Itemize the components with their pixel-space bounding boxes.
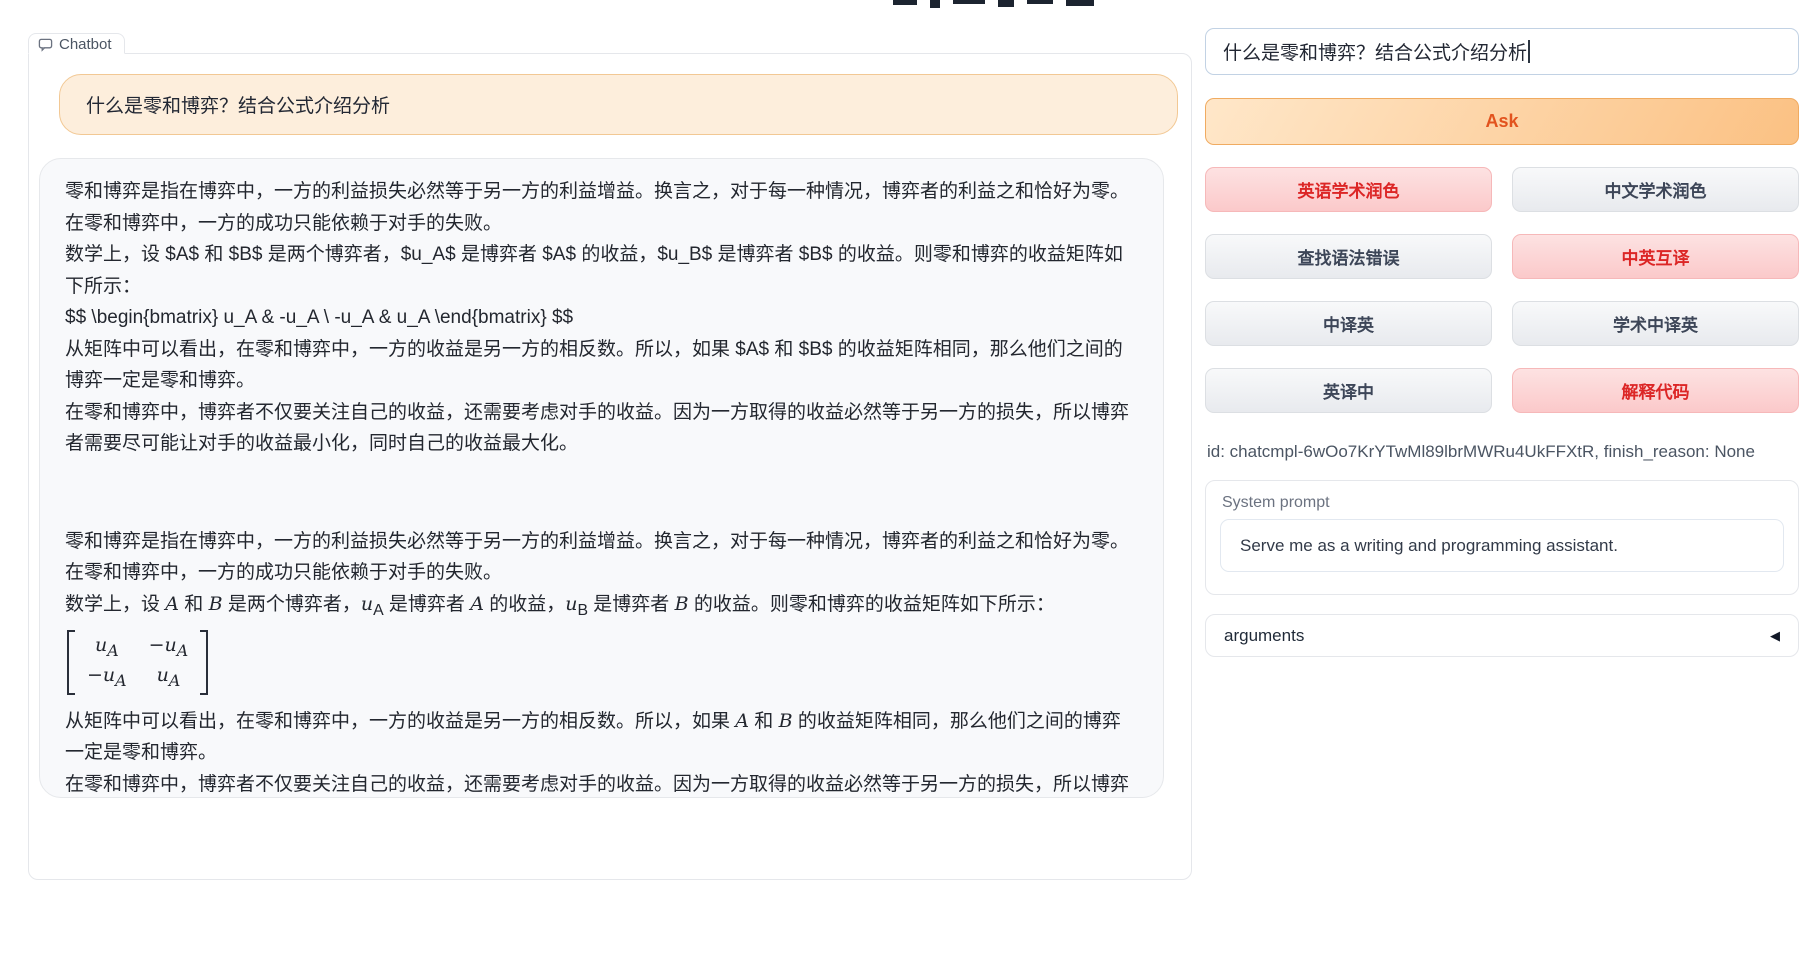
button-label: 中文学术润色 <box>1605 177 1707 202</box>
matrix-cell: uA <box>87 633 127 663</box>
math-subscript: B <box>577 601 588 618</box>
button-label: 学术中译英 <box>1613 311 1698 336</box>
bot-message-raw-markdown: 零和博弈是指在博弈中，一方的利益损失必然等于另一方的利益增益。换言之，对于每一种… <box>65 176 1138 460</box>
matrix-left-bracket <box>67 630 75 696</box>
text-run: 是博弈者 <box>384 594 471 615</box>
text-run: 是两个博弈者， <box>223 594 361 615</box>
button-label: 查找语法错误 <box>1298 244 1400 269</box>
title-glyph-fragment <box>930 0 940 8</box>
button-find-grammar-errors[interactable]: 查找语法错误 <box>1205 234 1492 279</box>
user-message-bubble: 什么是零和博弈？结合公式介绍分析 <box>59 74 1178 135</box>
clipped-page-title <box>893 0 1123 9</box>
text-run: 和 <box>749 711 779 732</box>
button-label: 中译英 <box>1323 311 1374 336</box>
button-explain-code[interactable]: 解释代码 <box>1512 368 1799 413</box>
button-academic-zh-to-en[interactable]: 学术中译英 <box>1512 301 1799 346</box>
text-run: 从矩阵中可以看出，在零和博弈中，一方的收益是另一方的相反数。所以，如果 <box>65 711 735 732</box>
math-var: A <box>735 710 749 732</box>
arguments-accordion-header[interactable]: arguments ◀ <box>1205 614 1799 657</box>
title-glyph-fragment <box>1027 0 1053 4</box>
math-var: u <box>565 593 577 615</box>
button-english-academic-polish[interactable]: 英语学术润色 <box>1205 167 1492 212</box>
title-glyph-fragment <box>953 0 985 4</box>
response-status-line: id: chatcmpl-6wOo7KrYTwMl89lbrMWRu4UkFFX… <box>1207 442 1801 462</box>
bot-message-rendered-p1: 零和博弈是指在博弈中，一方的利益损失必然等于另一方的利益增益。换言之，对于每一种… <box>65 526 1138 589</box>
user-message-text: 什么是零和博弈？结合公式介绍分析 <box>86 91 390 118</box>
matrix-cell: −uA <box>87 663 127 693</box>
math-var: B <box>779 710 793 732</box>
button-en-to-zh[interactable]: 英译中 <box>1205 368 1492 413</box>
title-glyph-fragment <box>998 0 1014 7</box>
matrix-right-bracket <box>200 630 208 696</box>
question-input[interactable]: 什么是零和博弈？结合公式介绍分析 <box>1205 28 1799 75</box>
matrix-cell: uA <box>149 663 189 693</box>
system-prompt-label: System prompt <box>1222 494 1798 512</box>
text-cursor <box>1528 40 1530 63</box>
chatbot-panel-label: Chatbot <box>28 33 125 54</box>
text-run: 和 <box>179 594 209 615</box>
math-var: A <box>165 593 179 615</box>
chatbot-panel: 什么是零和博弈？结合公式介绍分析 零和博弈是指在博弈中，一方的利益损失必然等于另… <box>28 53 1192 880</box>
system-prompt-value: Serve me as a writing and programming as… <box>1240 536 1618 556</box>
text-run: 数学上，设 <box>65 594 165 615</box>
math-var: B <box>209 593 223 615</box>
button-label: 英语学术润色 <box>1298 177 1400 202</box>
bot-message-rendered-p5: 在零和博弈中，博弈者不仅要关注自己的收益，还需要考虑对手的收益。因为一方取得的收… <box>65 769 1138 798</box>
chat-bubble-icon <box>38 37 53 52</box>
text-run: 的收益。则零和博弈的收益矩阵如下所示： <box>689 594 1055 615</box>
paragraph-gap <box>65 460 1138 526</box>
ask-button-label: Ask <box>1485 111 1518 132</box>
text-run: 是博弈者 <box>588 594 675 615</box>
system-prompt-group: System prompt Serve me as a writing and … <box>1205 480 1799 595</box>
text-run: 的收益， <box>484 594 565 615</box>
button-zh-en-mutual-translate[interactable]: 中英互译 <box>1512 234 1799 279</box>
system-prompt-input[interactable]: Serve me as a writing and programming as… <box>1220 519 1784 572</box>
quick-action-button-grid: 英语学术润色 中文学术润色 查找语法错误 中英互译 中译英 学术中译英 英译中 … <box>1205 167 1799 413</box>
matrix-cell: −uA <box>149 633 189 663</box>
math-subscript: A <box>373 601 384 618</box>
payoff-matrix: uA −uA −uA uA <box>67 630 208 696</box>
accordion-collapsed-arrow-icon: ◀ <box>1770 628 1780 644</box>
button-label: 英译中 <box>1323 378 1374 403</box>
button-chinese-academic-polish[interactable]: 中文学术润色 <box>1512 167 1799 212</box>
rendered-matrix-row: uA −uA −uA uA <box>65 626 1138 706</box>
button-zh-to-en[interactable]: 中译英 <box>1205 301 1492 346</box>
ask-button[interactable]: Ask <box>1205 98 1799 145</box>
button-label: 中英互译 <box>1622 244 1690 269</box>
bot-message-rendered-conclusion: 从矩阵中可以看出，在零和博弈中，一方的收益是另一方的相反数。所以，如果 A 和 … <box>65 706 1138 769</box>
button-label: 解释代码 <box>1622 378 1690 403</box>
math-var: A <box>470 593 484 615</box>
math-var: u <box>361 593 373 615</box>
chatbot-panel-label-text: Chatbot <box>59 36 112 53</box>
title-glyph-fragment <box>1066 0 1094 6</box>
bot-message-rendered-math-intro: 数学上，设 A 和 B 是两个博弈者，uA 是博弈者 A 的收益，uB 是博弈者… <box>65 589 1138 626</box>
bot-message-bubble: 零和博弈是指在博弈中，一方的利益损失必然等于另一方的利益增益。换言之，对于每一种… <box>39 158 1164 798</box>
arguments-accordion-label: arguments <box>1224 626 1304 646</box>
math-var: B <box>675 593 689 615</box>
question-input-value: 什么是零和博弈？结合公式介绍分析 <box>1223 38 1527 65</box>
title-glyph-fragment <box>893 0 917 5</box>
